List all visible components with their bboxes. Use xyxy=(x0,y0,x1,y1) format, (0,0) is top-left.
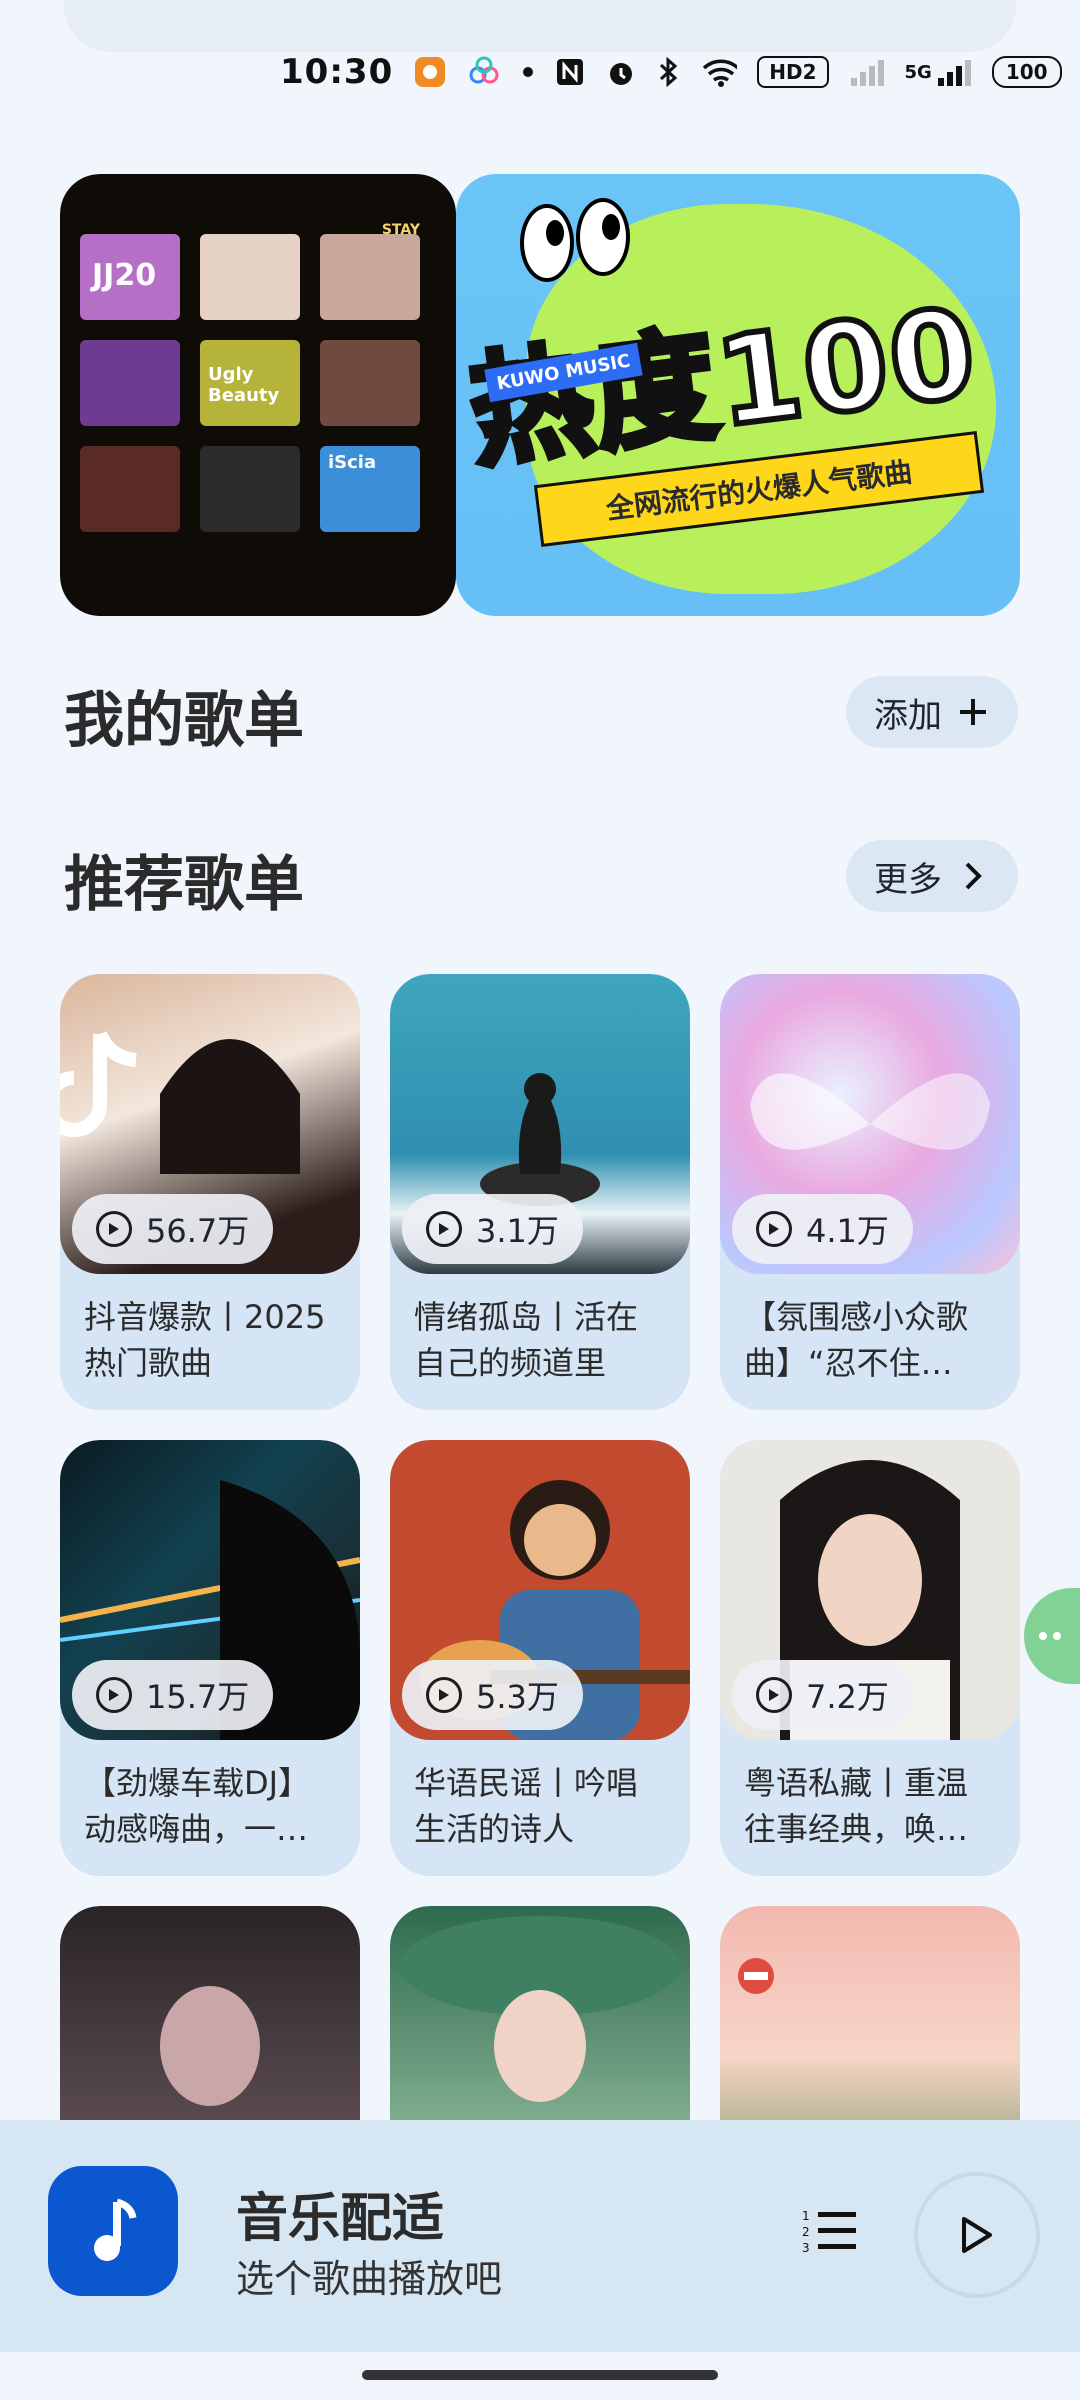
play-button[interactable] xyxy=(914,2172,1040,2298)
hd-badge: HD2 xyxy=(757,56,829,88)
svg-text:3: 3 xyxy=(802,2241,810,2255)
play-count-pill[interactable]: 15.7万 xyxy=(72,1660,274,1730)
playlist-title: 抖音爆款丨2025热门歌曲 xyxy=(84,1298,326,1382)
play-count-pill[interactable]: 5.3万 xyxy=(402,1660,583,1730)
my-playlists-title: 我的歌单 xyxy=(64,686,304,756)
player-title: 音乐配适 xyxy=(236,2189,445,2249)
banner-album-collage[interactable]: STAY WITH ME JJ20 Ugly Beauty iScia xyxy=(60,174,456,616)
add-label: 添加 xyxy=(874,695,942,736)
signal-weak-icon xyxy=(849,54,885,90)
play-count: 56.7万 xyxy=(146,1212,250,1250)
play-count-pill[interactable]: 3.1万 xyxy=(402,1194,583,1264)
play-circle-icon xyxy=(756,1677,792,1713)
signal-strong-icon xyxy=(936,54,972,90)
album-tile xyxy=(320,340,420,426)
playlist-title: 【劲爆车载DJ】动感嗨曲，一… xyxy=(84,1764,311,1848)
playlist-card[interactable]: 56.7万 抖音爆款丨2025热门歌曲 xyxy=(60,974,360,1410)
dot-icon xyxy=(521,54,535,90)
svg-text:1: 1 xyxy=(802,2209,810,2223)
play-circle-icon xyxy=(756,1211,792,1247)
playlist-title: 情绪孤岛丨活在自己的频道里 xyxy=(414,1298,639,1382)
play-count-pill[interactable]: 4.1万 xyxy=(732,1194,913,1264)
playlist-title: 【氛围感小众歌曲】“忍不住… xyxy=(744,1298,969,1382)
play-count-pill[interactable]: 56.7万 xyxy=(72,1194,274,1264)
more-button[interactable]: 更多 xyxy=(846,840,1018,912)
alarm-icon xyxy=(605,54,637,90)
play-circle-icon xyxy=(426,1211,462,1247)
album-grid: JJ20 Ugly Beauty iScia xyxy=(80,234,420,532)
chevron-right-icon xyxy=(956,859,990,893)
music-note-icon xyxy=(48,2166,178,2296)
playlist-card[interactable]: 5.3万 华语民谣丨吟唱生活的诗人 xyxy=(390,1440,690,1876)
play-count-pill[interactable]: 7.2万 xyxy=(732,1660,913,1730)
add-playlist-button[interactable]: 添加 xyxy=(846,676,1018,748)
recommended-title: 推荐歌单 xyxy=(64,850,304,920)
album-tile: JJ20 xyxy=(80,234,180,320)
cartoon-eye-icon xyxy=(576,198,630,276)
bluetooth-icon xyxy=(657,54,681,90)
play-count: 3.1万 xyxy=(476,1212,559,1250)
album-tile: iScia xyxy=(320,446,420,532)
mini-player[interactable]: 音乐配适 选个歌曲播放吧 1 2 3 xyxy=(0,2120,1080,2352)
album-tile xyxy=(80,446,180,532)
svg-text:2: 2 xyxy=(802,2225,810,2239)
album-tile xyxy=(200,234,300,320)
album-text: Ugly Beauty xyxy=(208,364,280,406)
playlist-title: 粤语私藏丨重温往事经典，唤… xyxy=(744,1764,969,1848)
play-circle-icon xyxy=(96,1677,132,1713)
cartoon-eye-icon xyxy=(520,204,574,282)
playlist-queue-icon[interactable]: 1 2 3 xyxy=(800,2200,860,2260)
playlist-title: 华语民谣丨吟唱生活的诗人 xyxy=(414,1764,639,1848)
album-tile xyxy=(320,234,420,320)
nfc-icon xyxy=(555,54,585,90)
floating-assistant-button[interactable] xyxy=(1024,1588,1080,1684)
playlist-card[interactable]: 4.1万 【氛围感小众歌曲】“忍不住… xyxy=(720,974,1020,1410)
battery-indicator: 100 xyxy=(991,56,1062,88)
play-circle-icon xyxy=(96,1211,132,1247)
more-label: 更多 xyxy=(874,859,942,900)
album-tile xyxy=(200,446,300,532)
wifi-icon xyxy=(701,54,738,90)
album-text: JJ20 xyxy=(92,258,157,293)
play-count: 4.1万 xyxy=(806,1212,889,1250)
play-count: 7.2万 xyxy=(806,1678,889,1716)
play-count: 15.7万 xyxy=(146,1678,250,1716)
status-time: 10:30 xyxy=(280,52,394,92)
play-circle-icon xyxy=(426,1677,462,1713)
banner-hot100-slide[interactable]: 热度100 KUWO MUSIC 全网流行的火爆人气歌曲 xyxy=(456,174,1020,616)
status-bar: 10:30 HD2 5G 100 xyxy=(280,44,1062,100)
app-notification-icon xyxy=(413,54,447,90)
player-subtitle: 选个歌曲播放吧 xyxy=(236,2257,503,2301)
album-tile xyxy=(80,340,180,426)
album-text: iScia xyxy=(328,452,377,473)
play-count: 5.3万 xyxy=(476,1678,559,1716)
network-type: 5G xyxy=(904,61,932,83)
plus-icon xyxy=(956,695,990,729)
playlist-card[interactable]: 15.7万 【劲爆车载DJ】动感嗨曲，一… xyxy=(60,1440,360,1876)
banner-carousel[interactable]: STAY WITH ME JJ20 Ugly Beauty iScia 热度10… xyxy=(60,174,1020,616)
playlist-card[interactable]: 7.2万 粤语私藏丨重温往事经典，唤… xyxy=(720,1440,1020,1876)
cluster-app-icon xyxy=(467,54,501,90)
album-tile: Ugly Beauty xyxy=(200,340,300,426)
playlist-card[interactable]: 3.1万 情绪孤岛丨活在自己的频道里 xyxy=(390,974,690,1410)
play-icon xyxy=(962,2217,992,2253)
home-indicator[interactable] xyxy=(362,2370,718,2380)
more-dots-icon xyxy=(1039,1632,1061,1640)
